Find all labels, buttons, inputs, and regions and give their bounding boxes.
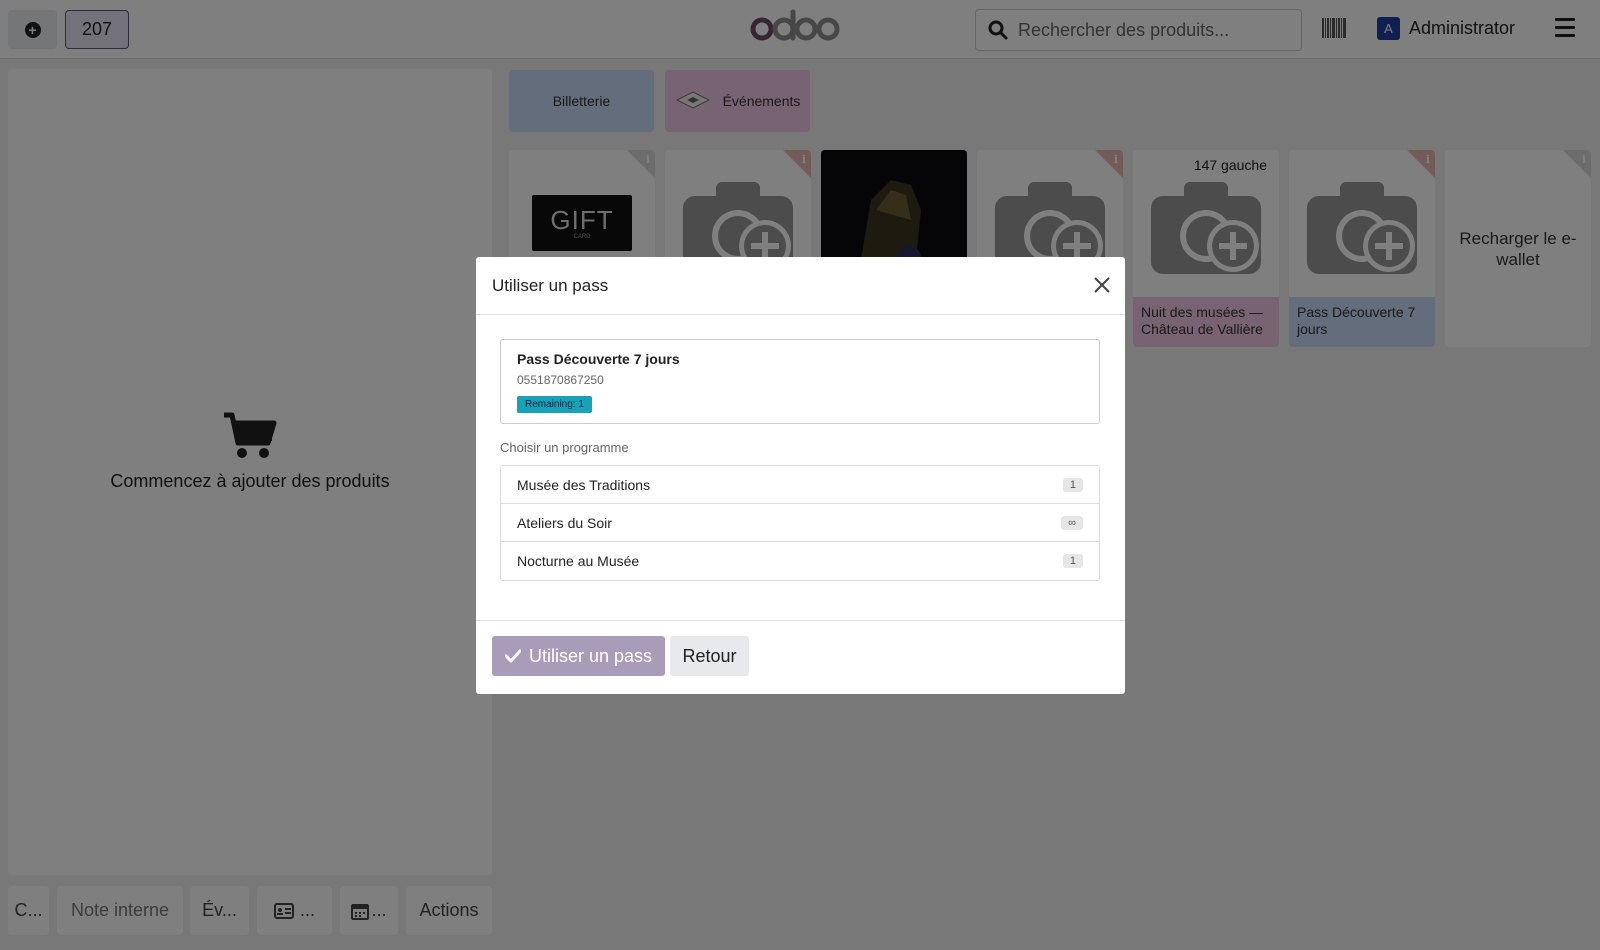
- dialog-title: Utiliser un pass: [492, 276, 609, 295]
- back-button[interactable]: Retour: [670, 636, 749, 676]
- remaining-badge: Remaining: 1: [517, 396, 592, 413]
- use-pass-button[interactable]: Utiliser un pass: [492, 636, 665, 676]
- program-count-badge: 1: [1062, 477, 1083, 492]
- use-pass-dialog: Utiliser un pass Pass Découverte 7 jours…: [476, 257, 1125, 694]
- pass-code: 0551870867250: [517, 373, 604, 387]
- program-name: Musée des Traditions: [517, 476, 651, 493]
- program-item[interactable]: Musée des Traditions 1: [501, 466, 1099, 504]
- use-pass-button-label: Utiliser un pass: [528, 645, 653, 666]
- program-count-badge: 1: [1062, 554, 1083, 568]
- program-count-badge: ∞: [1061, 515, 1083, 530]
- pass-card[interactable]: Pass Découverte 7 jours 0551870867250 Re…: [500, 339, 1100, 424]
- dialog-header: Utiliser un pass: [476, 257, 1125, 315]
- program-item[interactable]: Ateliers du Soir ∞: [501, 504, 1099, 542]
- program-name: Nocturne au Musée: [517, 553, 640, 569]
- program-item[interactable]: Nocturne au Musée 1: [501, 542, 1099, 580]
- pass-name: Pass Découverte 7 jours: [517, 351, 680, 367]
- close-icon[interactable]: [1091, 274, 1113, 296]
- program-name: Ateliers du Soir: [517, 514, 612, 531]
- dialog-footer: Utiliser un pass Retour: [476, 620, 1125, 694]
- choose-program-label: Choisir un programme: [500, 440, 629, 455]
- checkmark-icon: [504, 649, 521, 663]
- program-list: Musée des Traditions 1 Ateliers du Soir …: [500, 465, 1100, 581]
